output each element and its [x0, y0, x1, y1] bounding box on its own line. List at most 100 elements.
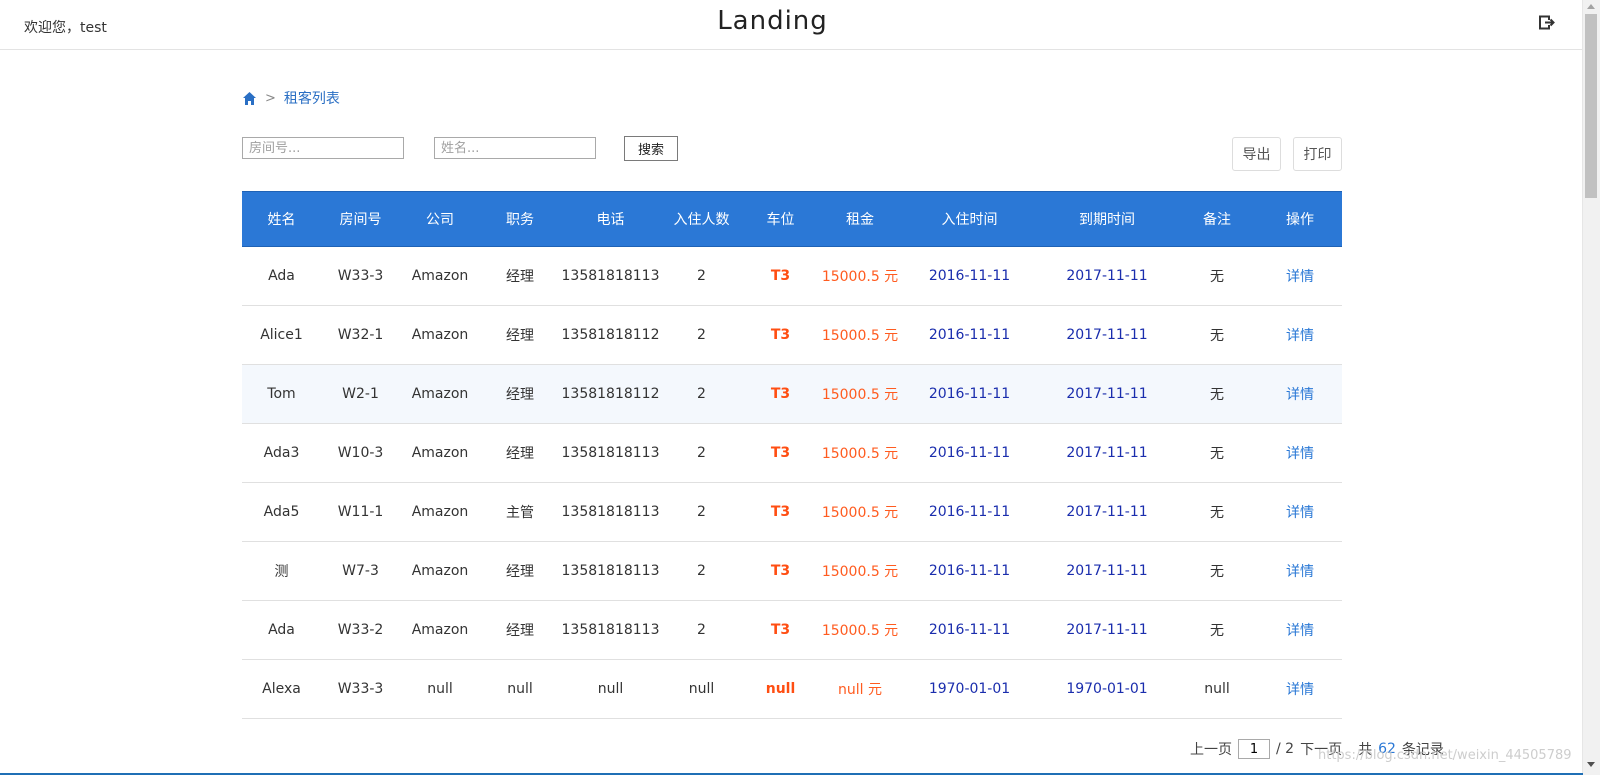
name-header: 姓名	[242, 191, 321, 247]
cell-rent: null 元	[819, 718, 901, 724]
cell-name: Ada	[242, 600, 321, 660]
cell-rent: 15000.5 元	[819, 246, 901, 306]
cell-expire: 2017-11-11	[1038, 246, 1176, 306]
detail-link[interactable]: 详情	[1258, 600, 1342, 660]
cell-company: Amazon	[400, 246, 480, 306]
cell-occupants: null	[661, 718, 742, 724]
search-button[interactable]: 搜索	[624, 136, 678, 161]
cell-company: Amazon	[400, 482, 480, 542]
cell-rent: 15000.5 元	[819, 305, 901, 365]
cell-rent: 15000.5 元	[819, 541, 901, 601]
room-number-input[interactable]	[242, 137, 404, 159]
cell-expire: 2017-11-11	[1038, 423, 1176, 483]
parking-header: 车位	[742, 191, 819, 247]
cell-checkin: 1970-01-01	[901, 718, 1038, 724]
cell-name: Alexa	[242, 718, 321, 724]
cell-position: 经理	[480, 600, 560, 660]
detail-link[interactable]: 详情	[1258, 305, 1342, 365]
cell-checkin: 2016-11-11	[901, 600, 1038, 660]
cell-phone: 13581818112	[560, 305, 661, 365]
breadcrumb-separator: >	[265, 90, 276, 106]
table-row: Alexa W33-3 null null null null null null 元 1970…	[242, 659, 1342, 719]
occupants-header: 入住人数	[661, 191, 742, 247]
cell-phone: null	[560, 718, 661, 724]
cell-checkin: 2016-11-11	[901, 423, 1038, 483]
cell-occupants: 2	[661, 600, 742, 660]
cell-company: null	[400, 659, 480, 719]
company-header: 公司	[400, 191, 480, 247]
cell-phone: 13581818113	[560, 600, 661, 660]
cell-expire: 2017-11-11	[1038, 305, 1176, 365]
cell-parking: T3	[742, 305, 819, 365]
cell-parking: T3	[742, 541, 819, 601]
expire-header: 到期时间	[1038, 191, 1176, 247]
export-button[interactable]: 导出	[1232, 137, 1281, 171]
cell-expire: 1970-01-01	[1038, 718, 1176, 724]
detail-link[interactable]: 详情	[1258, 423, 1342, 483]
top-bar: 欢迎您，test Landing	[0, 0, 1583, 50]
cell-company: null	[400, 718, 480, 724]
checkin-header: 入住时间	[901, 191, 1038, 247]
detail-link[interactable]: 详情	[1258, 659, 1342, 719]
cell-room: W11-1	[321, 482, 400, 542]
page-number-input[interactable]	[1238, 739, 1270, 759]
cell-name: Alexa	[242, 659, 321, 719]
cell-checkin: 2016-11-11	[901, 482, 1038, 542]
cell-checkin: 2016-11-11	[901, 364, 1038, 424]
table-header-row: 姓名 房间号 公司 职务 电话 入住人数 车位 租金 入住时间 到期时间 备注 操作	[242, 191, 1342, 247]
cell-occupants: 2	[661, 541, 742, 601]
brand-title: Landing	[717, 6, 828, 36]
tenant-table-container: 姓名 房间号 公司 职务 电话 入住人数 车位 租金 入住时间 到期时间 备注 操作 Ada W33-3…	[242, 191, 1342, 724]
remark-header: 备注	[1176, 191, 1258, 247]
cell-rent: 15000.5 元	[819, 482, 901, 542]
cell-company: Amazon	[400, 541, 480, 601]
cell-name: Ada3	[242, 423, 321, 483]
table-row: Tom W2-1 Amazon 经理 13581818112 2 T3 15000.5 元 20…	[242, 364, 1342, 424]
logout-icon[interactable]	[1538, 14, 1556, 32]
cell-position: null	[480, 718, 560, 724]
cell-checkin: 2016-11-11	[901, 541, 1038, 601]
cell-remark: null	[1176, 659, 1258, 719]
total-pages: / 2	[1276, 741, 1295, 757]
cell-position: null	[480, 659, 560, 719]
breadcrumb-current[interactable]: 租客列表	[284, 88, 340, 108]
cell-room: W10-3	[321, 423, 400, 483]
cell-position: 经理	[480, 305, 560, 365]
cell-parking: T3	[742, 482, 819, 542]
cell-name: 测	[242, 541, 321, 601]
table-row: AlexaW33-1nullnullnullnullnullnull 元1970…	[242, 718, 1342, 724]
cell-room: W33-1	[321, 718, 400, 724]
scrollbar-thumb[interactable]	[1585, 14, 1597, 198]
cell-rent: 15000.5 元	[819, 600, 901, 660]
detail-link[interactable]: 详情	[1258, 364, 1342, 424]
print-button[interactable]: 打印	[1293, 137, 1342, 171]
cell-company: Amazon	[400, 600, 480, 660]
position-header: 职务	[480, 191, 560, 247]
cell-parking: T3	[742, 423, 819, 483]
cell-rent: null 元	[819, 659, 901, 719]
cell-parking: null	[742, 659, 819, 719]
scroll-up-arrow-icon[interactable]	[1587, 4, 1595, 9]
page-scrollbar[interactable]	[1582, 0, 1600, 775]
cell-position: 经理	[480, 364, 560, 424]
cell-expire: 2017-11-11	[1038, 600, 1176, 660]
cell-phone: 13581818113	[560, 423, 661, 483]
cell-remark: 无	[1176, 541, 1258, 601]
scroll-down-arrow-icon[interactable]	[1587, 762, 1595, 767]
cell-remark: 无	[1176, 423, 1258, 483]
cell-room: W33-3	[321, 659, 400, 719]
name-input[interactable]	[434, 137, 596, 159]
rent-header: 租金	[819, 191, 901, 247]
cell-name: Ada	[242, 246, 321, 306]
detail-link[interactable]: 详情	[1258, 482, 1342, 542]
home-icon[interactable]	[242, 91, 257, 106]
prev-page-link[interactable]: 上一页	[1190, 739, 1232, 759]
table-row: Ada5 W11-1 Amazon 主管 13581818113 2 T3 15000.5 元…	[242, 482, 1342, 542]
detail-link[interactable]: 详情	[1258, 718, 1342, 724]
detail-link[interactable]: 详情	[1258, 246, 1342, 306]
detail-link[interactable]: 详情	[1258, 541, 1342, 601]
cell-room: W33-2	[321, 600, 400, 660]
phone-header: 电话	[560, 191, 661, 247]
cell-remark: 无	[1176, 364, 1258, 424]
table-row: Alice1 W32-1 Amazon 经理 13581818112 2 T3 15000.5…	[242, 305, 1342, 365]
